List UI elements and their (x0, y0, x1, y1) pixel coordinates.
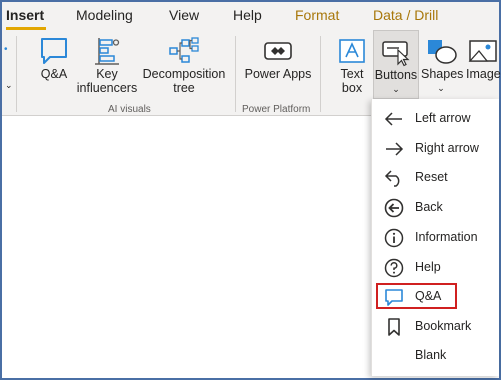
menu-item-label: Bookmark (415, 319, 472, 333)
tab-help[interactable]: Help (233, 6, 262, 24)
menu-item-label: Reset (415, 170, 448, 184)
help-icon (384, 258, 404, 278)
menu-item-label: Information (415, 230, 478, 244)
key-influencers-icon (95, 38, 120, 65)
menu-item-left-arrow[interactable]: Left arrow (372, 104, 500, 133)
left-arrow-icon (384, 112, 402, 126)
menu-item-label: Back (415, 200, 443, 214)
text-box-label: Text box (340, 67, 364, 95)
tab-format[interactable]: Format (295, 6, 339, 24)
menu-item-bookmark[interactable]: Bookmark (372, 312, 500, 341)
decomposition-tree-label: Decomposition tree (142, 67, 226, 95)
overflow-dots-icon: • (4, 44, 8, 55)
qa-highlight-box (376, 283, 457, 309)
ribbon-separator (235, 36, 236, 112)
decomposition-tree-icon (169, 37, 199, 63)
shapes-label: Shapes ⌄ (421, 67, 464, 93)
ribbon-separator (16, 36, 17, 112)
tab-view[interactable]: View (169, 6, 199, 24)
menu-item-label: Right arrow (415, 141, 479, 155)
buttons-icon (382, 41, 410, 67)
tab-data-drill[interactable]: Data / Drill (373, 6, 438, 24)
group-label-power-platform: Power Platform (242, 104, 311, 115)
left-chevron-icon[interactable]: ⌄ (5, 80, 13, 91)
decomposition-tree-button[interactable]: Decomposition tree (140, 30, 228, 116)
menu-item-information[interactable]: Information (372, 223, 500, 252)
right-arrow-icon (386, 142, 404, 156)
tab-modeling[interactable]: Modeling (76, 6, 133, 24)
image-icon (468, 40, 497, 62)
ribbon-separator (320, 36, 321, 112)
buttons-dropdown-menu: Left arrow Right arrow Reset Back Inform… (371, 99, 499, 376)
information-icon (384, 228, 404, 248)
back-icon (384, 198, 404, 218)
menu-item-label: Help (415, 260, 441, 274)
key-influencers-label: Key influencers (76, 67, 138, 95)
tab-insert[interactable]: Insert (6, 6, 44, 24)
menu-item-help[interactable]: Help (372, 253, 500, 282)
menu-item-reset[interactable]: Reset (372, 163, 500, 192)
menu-item-right-arrow[interactable]: Right arrow (372, 134, 500, 163)
image-label: Image (466, 67, 501, 81)
qa-label: Q&A (40, 67, 68, 81)
menu-item-label: Left arrow (415, 111, 471, 125)
bookmark-icon (388, 318, 400, 336)
ribbon-tabs: Insert Modeling View Help Format Data / … (2, 2, 499, 30)
menu-item-back[interactable]: Back (372, 193, 500, 222)
reset-icon (384, 170, 400, 187)
buttons-label: Buttons ⌄ (374, 68, 418, 94)
menu-item-label: Blank (415, 348, 447, 362)
text-box-icon (339, 39, 365, 63)
group-label-ai-visuals: AI visuals (108, 104, 151, 115)
shapes-icon (428, 40, 457, 64)
qa-icon (41, 38, 67, 64)
power-apps-icon (264, 42, 292, 60)
power-apps-label: Power Apps (244, 67, 312, 81)
qa-button[interactable]: Q&A (32, 30, 76, 116)
text-box-button[interactable]: Text box (332, 30, 372, 116)
menu-item-blank[interactable]: Blank (372, 341, 500, 370)
buttons-dropdown-button[interactable]: Buttons ⌄ (373, 30, 419, 99)
